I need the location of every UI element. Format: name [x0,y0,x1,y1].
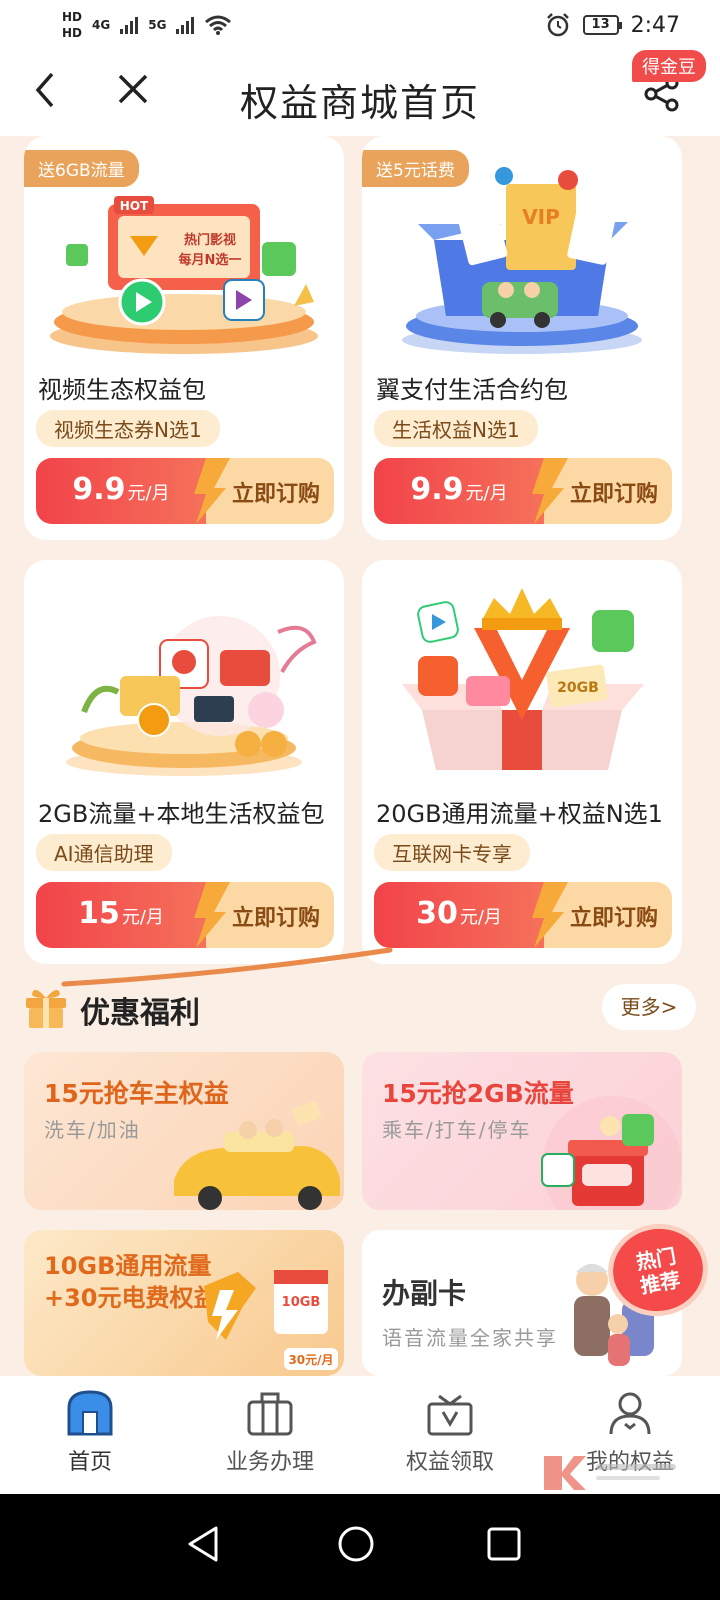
section-title: 优惠福利 [80,996,200,1031]
nav-item-claim[interactable]: 权益领取 [360,1376,540,1494]
promo-title: 办副卡 [382,1277,467,1310]
data-package-illustration: 20GB [402,588,644,770]
subscribe-button[interactable]: 15 元/月 立即订购 [36,882,334,948]
lightning-icon [194,882,230,948]
alarm-icon [546,13,569,37]
promo-car-owner[interactable]: 15元抢车主权益 洗车/加油 [24,1052,344,1210]
vip-art-text: VIP [522,205,560,229]
promo-price-tag: 30元/月 [288,1353,333,1367]
network-4g-label: 4G [92,18,111,32]
gift-icon [26,989,66,1028]
status-signal-group: HD HD 4G 5G [62,9,232,41]
more-button[interactable]: 更多> [602,984,696,1030]
status-bar: HD HD 4G 5G 13 2:47 [0,0,720,50]
price-block: 30 元/月 [374,882,544,948]
gb20-art-text: 20GB [557,680,599,696]
price-block: 9.9 元/月 [36,458,206,524]
briefcase-icon [247,1392,293,1436]
card-title: 2GB流量+本地生活权益包 [38,800,325,828]
page-title: 权益商城首页 [239,81,480,125]
price-value: 15 [78,896,120,931]
card-tag: 送6GB流量 [24,150,139,187]
app-header: 权益商城首页 得金豆 [0,50,720,136]
card-tag: 送5元话费 [362,150,469,187]
card-title: 视频生态权益包 [38,376,206,404]
wifi-icon [205,15,232,35]
card-title: 20GB通用流量+权益N选1 [376,800,663,828]
signal-bars-icon [120,16,139,34]
battery-icon: 13 [582,15,622,35]
price-unit: 元/月 [127,483,170,504]
promo-box-label: 10GB [282,1295,321,1310]
car-illustration [174,1100,340,1210]
promo-title-line1: 10GB通用流量 [44,1252,212,1280]
price-block: 9.9 元/月 [374,458,544,524]
watermark-logo [544,1456,676,1490]
promo-subtitle: 乘车/打车/停车 [382,1118,532,1142]
subscribe-label: 立即订购 [231,906,320,931]
price-unit: 元/月 [459,907,502,928]
promo-2gb-data[interactable]: 15元抢2GB流量 乘车/打车/停车 [362,1052,682,1210]
card-chip: AI通信助理 [36,834,172,871]
promo-subtitle: 语音流量全家共享 [382,1326,558,1350]
price-block: 15 元/月 [36,882,206,948]
video-art-line2: 每月N选一 [179,252,242,268]
promo-subtitle: 洗车/加油 [44,1118,141,1142]
hd-indicator: HD HD [62,9,82,41]
lightning-icon [532,458,568,524]
subscribe-button[interactable]: 9.9 元/月 立即订购 [374,458,672,524]
subscribe-button[interactable]: 30 元/月 立即订购 [374,882,672,948]
nav-item-business[interactable]: 业务办理 [180,1376,360,1494]
promo-title-line2: +30元电费权益 [44,1284,218,1312]
promo-10gb-electric[interactable]: 10GB通用流量 +30元电费权益 10GB 30元/月 [24,1230,344,1376]
subscribe-label: 立即订购 [569,482,658,507]
subscribe-label: 立即订购 [231,482,320,507]
nav-item-home[interactable]: 首页 [0,1376,180,1494]
price-unit: 元/月 [465,483,508,504]
card-title: 翼支付生活合约包 [376,376,568,404]
status-right-group: 13 2:47 [545,12,680,38]
electric-bolt-illustration: 10GB 30元/月 [204,1270,338,1370]
clock: 2:47 [630,12,680,38]
product-card-data-20gb[interactable]: 20GB 20GB通用流量+权益N选1 互联网卡专享 30 元/月 立即订购 [362,560,682,964]
price-value: 9.9 [72,472,126,507]
local-life-illustration [66,616,317,776]
video-art-line1: 热门影视 [184,232,236,248]
nav-label: 首页 [67,1450,112,1475]
subscribe-button[interactable]: 9.9 元/月 立即订购 [36,458,334,524]
home-icon [67,1390,113,1436]
hot-art-text: HOT [120,199,149,213]
price-value: 9.9 [410,472,464,507]
nav-label: 业务办理 [225,1450,314,1475]
price-unit: 元/月 [121,907,164,928]
card-chip: 互联网卡专享 [374,834,530,871]
product-card-bestpay[interactable]: VIP 送5元话费 翼支付生活合约包 生活权益N选1 9.9 元/月 立即订购 [362,136,682,540]
product-card-local-life[interactable]: 2GB流量+本地生活权益包 AI通信助理 15 元/月 立即订购 [24,560,344,964]
price-value: 30 [416,896,458,931]
signal-bars-icon [176,16,195,34]
network-5g-label: 5G [148,18,167,32]
subscribe-label: 立即订购 [569,906,658,931]
back-triangle-icon[interactable] [186,1524,220,1564]
gift-box-illustration [541,1096,682,1210]
recents-square-icon[interactable] [486,1524,522,1564]
user-icon [609,1392,651,1435]
coin-badge[interactable]: 得金豆 [632,50,706,82]
nav-label: 权益领取 [405,1450,494,1475]
hd2-label: HD [62,26,83,40]
home-circle-icon[interactable] [336,1524,376,1564]
card-chip: 生活权益N选1 [374,410,538,447]
lightning-icon [194,458,230,524]
product-card-video[interactable]: 热门影视 每月N选一 HOT 送6GB流量 视频生态权益包 视频生态券N选1 9… [24,136,344,540]
system-nav-bar [0,1494,720,1600]
promo-title-block: 10GB通用流量 +30元电费权益 [44,1250,218,1314]
welfare-section-header: 优惠福利 更多> [24,984,696,1036]
hd1-label: HD [62,10,83,24]
card-chip: 视频生态券N选1 [36,410,220,447]
lightning-icon [532,882,568,948]
gift-box-icon [427,1394,473,1436]
